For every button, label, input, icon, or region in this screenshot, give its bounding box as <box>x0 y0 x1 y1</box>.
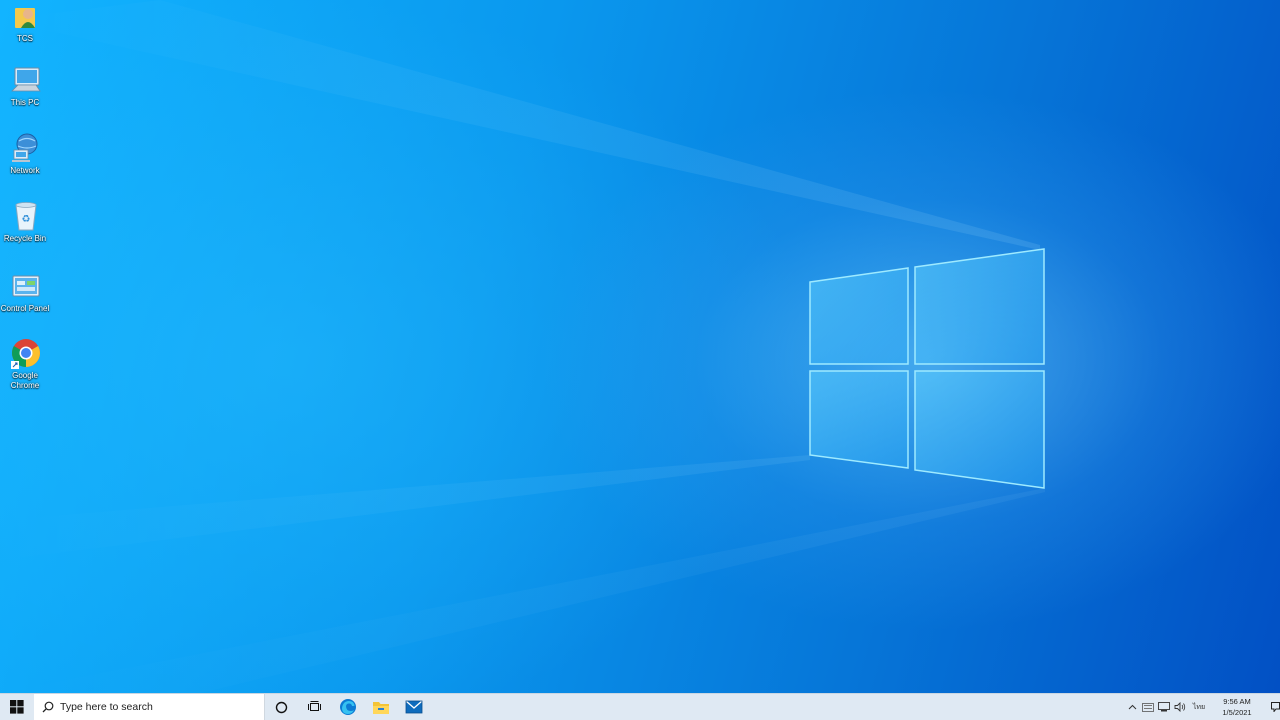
taskbar-clock[interactable]: 9:56 AM 1/5/2021 <box>1210 696 1264 718</box>
user-folder-icon <box>10 0 42 32</box>
taskbar-edge-button[interactable] <box>331 694 364 720</box>
computer-icon <box>10 64 42 96</box>
svg-text:♻: ♻ <box>22 214 31 225</box>
taskbar-mail-button[interactable] <box>397 694 430 720</box>
keyboard-icon[interactable] <box>1140 694 1156 720</box>
start-button[interactable] <box>0 694 34 720</box>
system-tray: ไทย 9:56 AM 1/5/2021 <box>1124 694 1280 720</box>
desktop-icon-label: TCS <box>17 34 33 43</box>
recycle-bin-icon: ♻ <box>10 200 42 232</box>
cortana-icon <box>275 701 288 713</box>
network-status-icon[interactable] <box>1156 694 1172 720</box>
edge-icon <box>339 699 356 715</box>
taskbar-cortana-button[interactable] <box>265 694 298 720</box>
volume-icon[interactable] <box>1172 694 1188 720</box>
desktop-icon-network[interactable]: Network <box>0 132 52 176</box>
windows-logo-wallpaper <box>0 0 1045 693</box>
clock-date: 1/5/2021 <box>1222 708 1252 717</box>
show-hidden-icons-chevron-up-icon[interactable] <box>1124 694 1140 720</box>
action-center-button[interactable] <box>1264 702 1280 712</box>
control-panel-icon <box>10 270 42 302</box>
desktop-icon-recycle-bin[interactable]: ♻ Recycle Bin <box>0 200 52 244</box>
windows-start-icon <box>10 700 24 714</box>
input-language-indicator[interactable]: ไทย <box>1188 702 1210 713</box>
search-placeholder: Type here to search <box>60 701 153 713</box>
taskbar-search-box[interactable]: Type here to search <box>34 694 265 720</box>
search-icon <box>42 701 54 713</box>
desktop-icon-label: Google Chrome <box>10 371 40 390</box>
mail-icon <box>405 700 422 714</box>
chrome-icon <box>10 337 42 369</box>
taskbar: Type here to search ไทย 9:56 AM 1/5/2021 <box>0 693 1280 720</box>
desktop-icon-label: Network <box>10 166 40 175</box>
clock-time: 9:56 AM <box>1223 697 1251 706</box>
desktop[interactable]: TCS This PC Network ♻ Recycle Bin Contro… <box>0 0 1280 693</box>
taskbar-file-explorer-button[interactable] <box>364 694 397 720</box>
desktop-icon-tcs[interactable]: TCS <box>0 0 52 44</box>
notification-icon <box>1271 702 1280 712</box>
network-icon <box>10 132 42 164</box>
file-explorer-icon <box>372 701 389 714</box>
desktop-icon-label: Recycle Bin <box>3 234 47 243</box>
taskbar-task-view-button[interactable] <box>298 694 331 720</box>
desktop-icon-this-pc[interactable]: This PC <box>0 64 52 108</box>
task-view-icon <box>307 701 321 711</box>
desktop-icon-control-panel[interactable]: Control Panel <box>0 270 52 314</box>
desktop-icon-google-chrome[interactable]: Google Chrome <box>0 337 52 391</box>
desktop-icon-label: This PC <box>10 98 40 107</box>
desktop-icon-label: Control Panel <box>0 304 50 313</box>
